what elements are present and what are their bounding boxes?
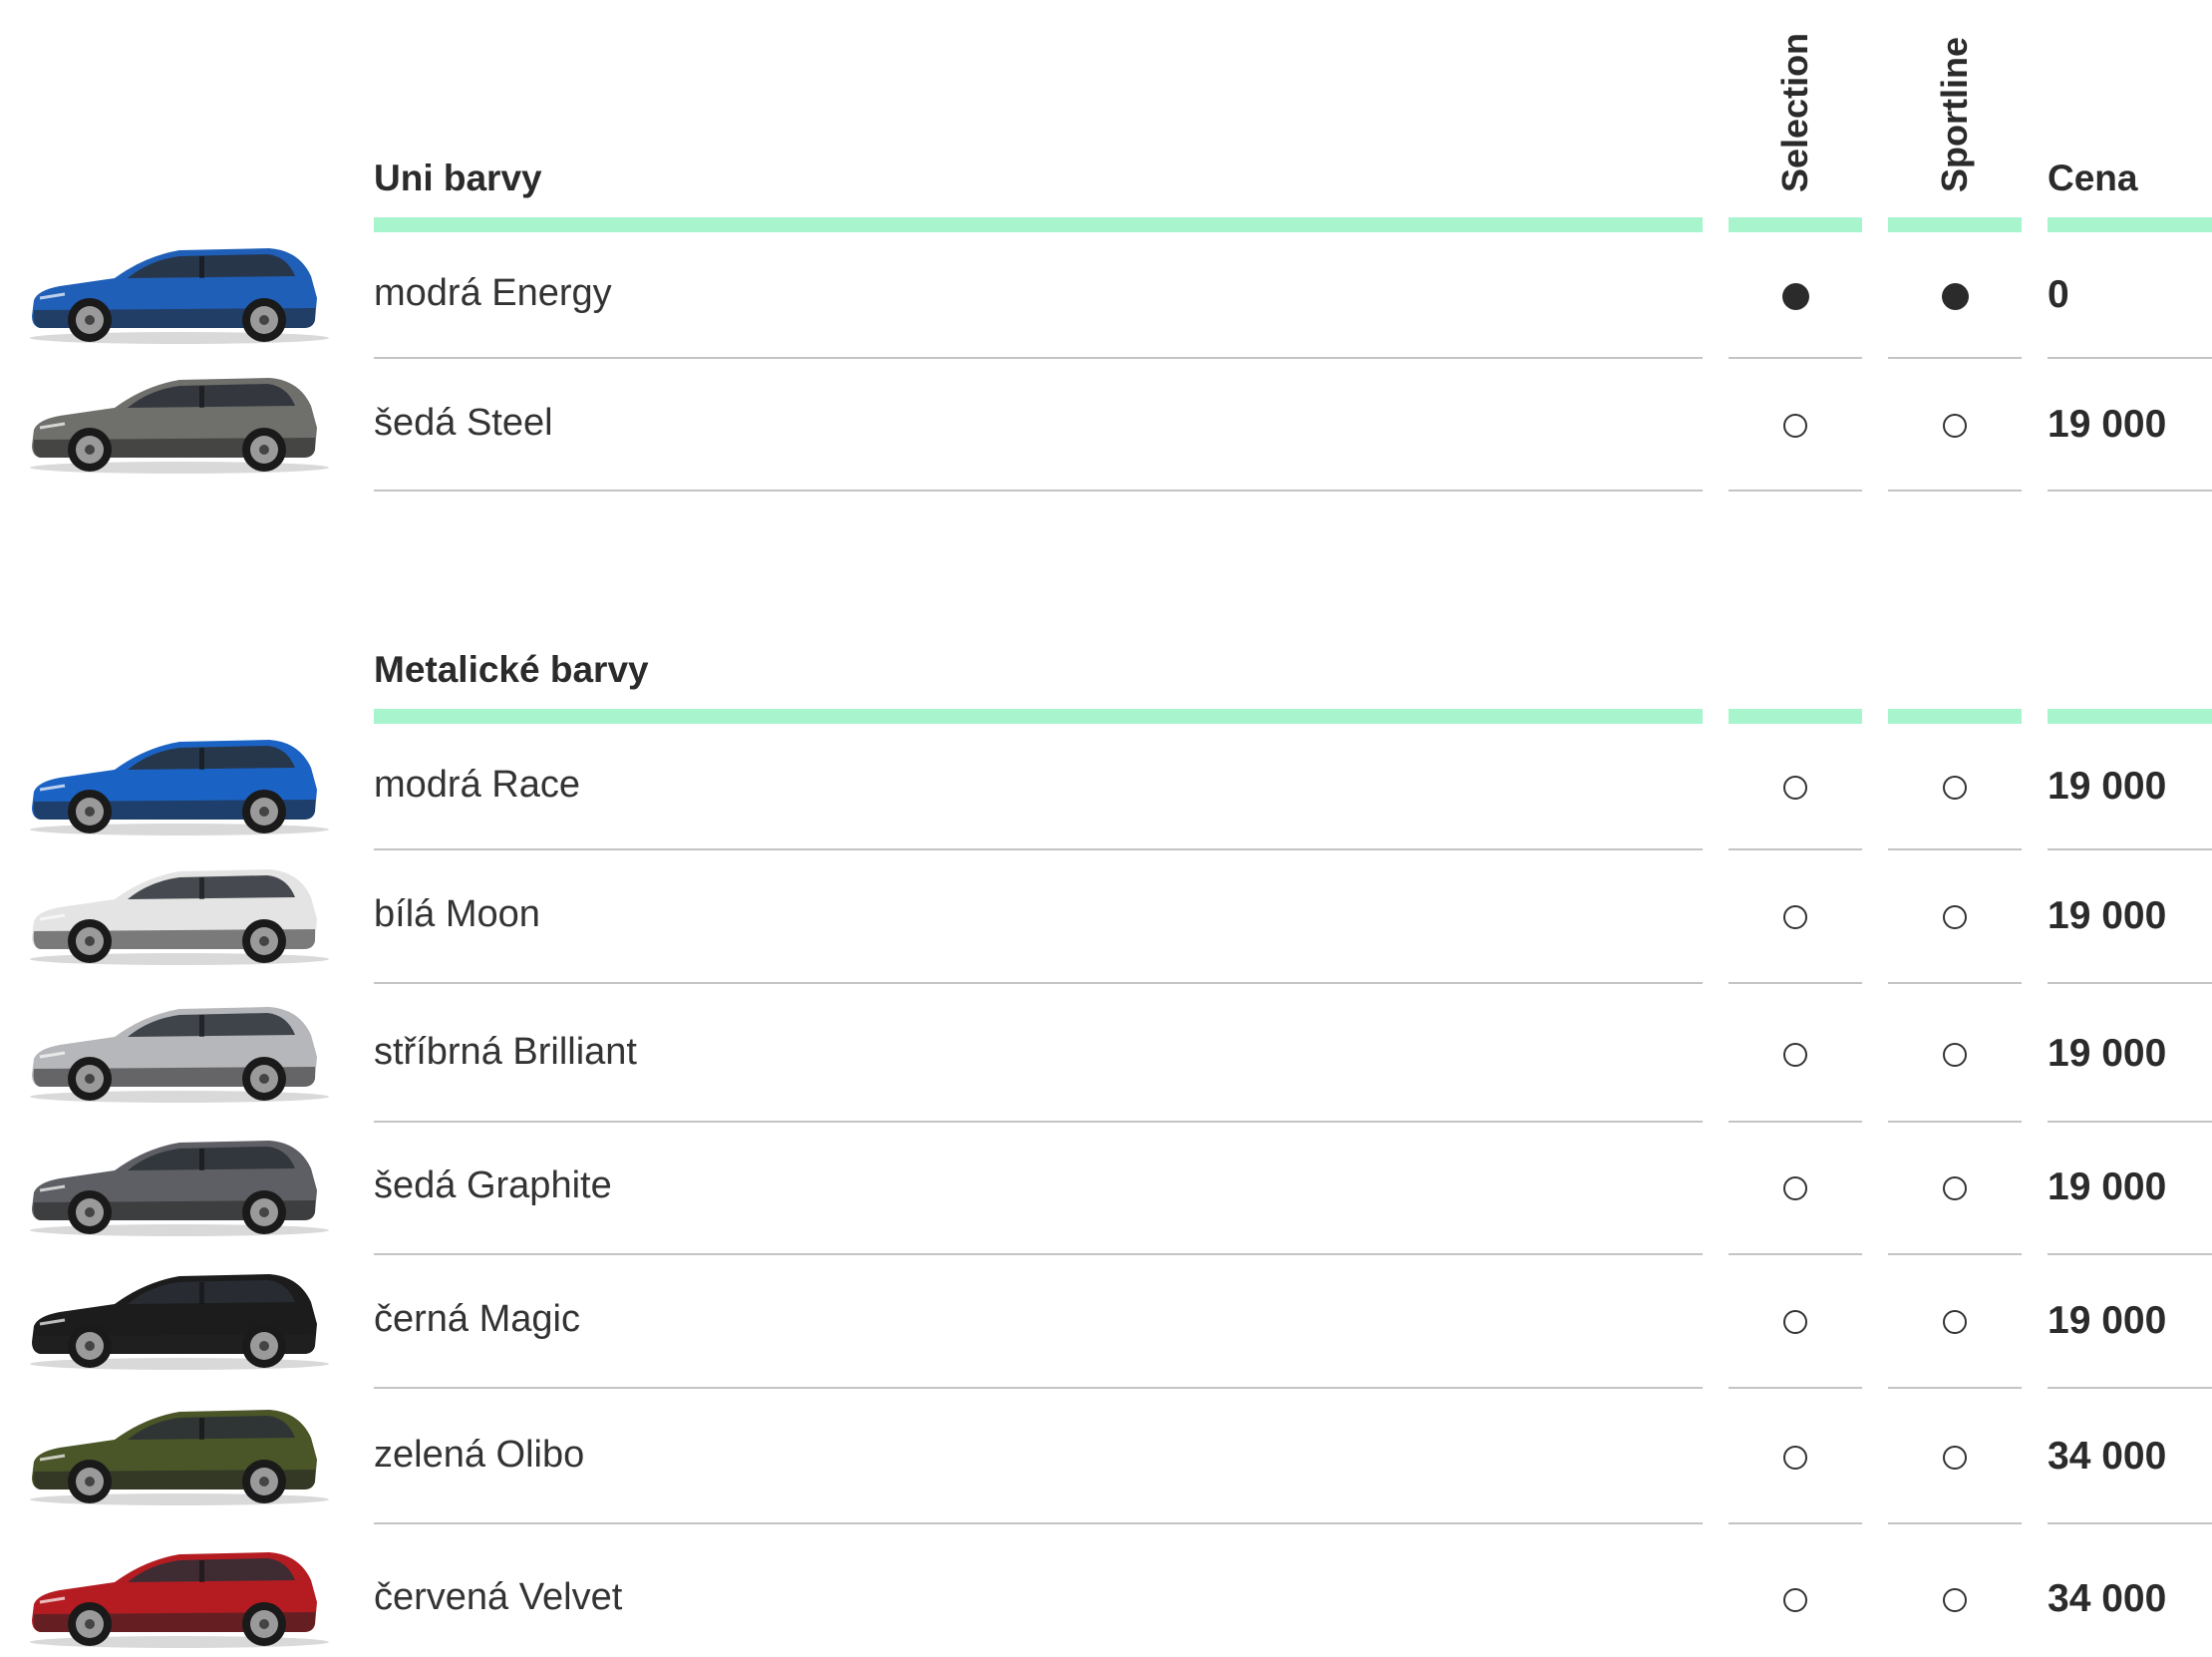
color-name: bílá Moon [374, 893, 540, 935]
row-divider [2048, 1387, 2212, 1389]
color-name: zelená Olibo [374, 1434, 585, 1476]
column-header-selection: Selection [1774, 32, 1815, 192]
row-divider [1729, 1387, 1862, 1389]
color-name: šedá Graphite [374, 1164, 612, 1206]
column-header-sportline: Sportline [1934, 36, 1975, 192]
row-divider [2048, 1253, 2212, 1255]
row-divider [374, 982, 1703, 984]
price-value: 19 000 [2048, 894, 2167, 937]
row-divider [374, 848, 1703, 850]
selection-availability-optional [1783, 1043, 1807, 1067]
row-divider [1888, 848, 2022, 850]
sportline-availability-optional [1943, 1446, 1967, 1470]
sportline-availability-optional [1943, 414, 1967, 438]
price-value: 19 000 [2048, 1165, 2167, 1208]
row-divider [1729, 982, 1862, 984]
color-name: šedá Steel [374, 402, 553, 444]
row-divider [2048, 1522, 2212, 1524]
row-divider [374, 490, 1703, 492]
price-value: 34 000 [2048, 1577, 2167, 1620]
row-divider [2048, 357, 2212, 359]
row-divider [2048, 982, 2212, 984]
row-divider [374, 1253, 1703, 1255]
row-divider [1888, 490, 2022, 492]
car-thumbnail [20, 997, 329, 1107]
row-divider [1888, 1253, 2022, 1255]
row-divider [1729, 490, 1862, 492]
selection-availability-optional [1783, 414, 1807, 438]
row-divider [374, 1121, 1703, 1123]
color-name: stříbrná Brilliant [374, 1031, 637, 1073]
price-value: 19 000 [2048, 1299, 2167, 1342]
row-divider [1888, 982, 2022, 984]
car-thumbnail [20, 1131, 329, 1240]
row-divider [1888, 1387, 2022, 1389]
row-divider [1729, 848, 1862, 850]
header-bar-sportline [1888, 709, 2022, 724]
sportline-availability-optional [1943, 776, 1967, 800]
color-name: modrá Energy [374, 272, 612, 314]
column-header-price: Cena [2048, 158, 2138, 198]
selection-availability-optional [1783, 1446, 1807, 1470]
price-value: 0 [2048, 273, 2069, 316]
section-title: Uni barvy [374, 158, 542, 198]
car-thumbnail [20, 859, 329, 969]
row-divider [2048, 490, 2212, 492]
row-divider [1888, 357, 2022, 359]
header-bar-name [374, 709, 1703, 724]
row-divider [374, 1387, 1703, 1389]
row-divider [2048, 1121, 2212, 1123]
selection-availability-optional [1783, 905, 1807, 929]
sportline-availability-optional [1943, 1588, 1967, 1612]
section-title: Metalické barvy [374, 649, 649, 690]
header-bar-price [2048, 217, 2212, 232]
price-value: 19 000 [2048, 1032, 2167, 1075]
selection-availability-optional [1783, 1588, 1807, 1612]
row-divider [1888, 1522, 2022, 1524]
row-divider [1729, 1121, 1862, 1123]
color-name: modrá Race [374, 764, 580, 806]
row-divider [374, 1522, 1703, 1524]
row-divider [1729, 357, 1862, 359]
header-bar-selection [1729, 217, 1862, 232]
row-divider [1729, 1522, 1862, 1524]
header-bar-selection [1729, 709, 1862, 724]
header-bar-name [374, 217, 1703, 232]
sportline-availability-optional [1943, 1310, 1967, 1334]
price-value: 19 000 [2048, 403, 2167, 446]
sportline-availability-optional [1943, 1176, 1967, 1200]
car-thumbnail [20, 1400, 329, 1509]
selection-availability-optional [1783, 776, 1807, 800]
header-bar-sportline [1888, 217, 2022, 232]
car-thumbnail [20, 730, 329, 839]
color-name: červená Velvet [374, 1576, 623, 1618]
car-thumbnail [20, 1542, 329, 1652]
selection-availability-standard [1781, 282, 1809, 310]
selection-availability-optional [1783, 1176, 1807, 1200]
row-divider [374, 357, 1703, 359]
row-divider [1729, 1253, 1862, 1255]
row-divider [1888, 1121, 2022, 1123]
sportline-availability-standard [1941, 282, 1969, 310]
sportline-availability-optional [1943, 905, 1967, 929]
color-name: černá Magic [374, 1298, 580, 1340]
sportline-availability-optional [1943, 1043, 1967, 1067]
price-value: 19 000 [2048, 765, 2167, 808]
car-thumbnail [20, 368, 329, 478]
row-divider [2048, 848, 2212, 850]
selection-availability-optional [1783, 1310, 1807, 1334]
car-thumbnail [20, 1264, 329, 1374]
header-bar-price [2048, 709, 2212, 724]
car-thumbnail [20, 238, 329, 348]
price-value: 34 000 [2048, 1435, 2167, 1478]
